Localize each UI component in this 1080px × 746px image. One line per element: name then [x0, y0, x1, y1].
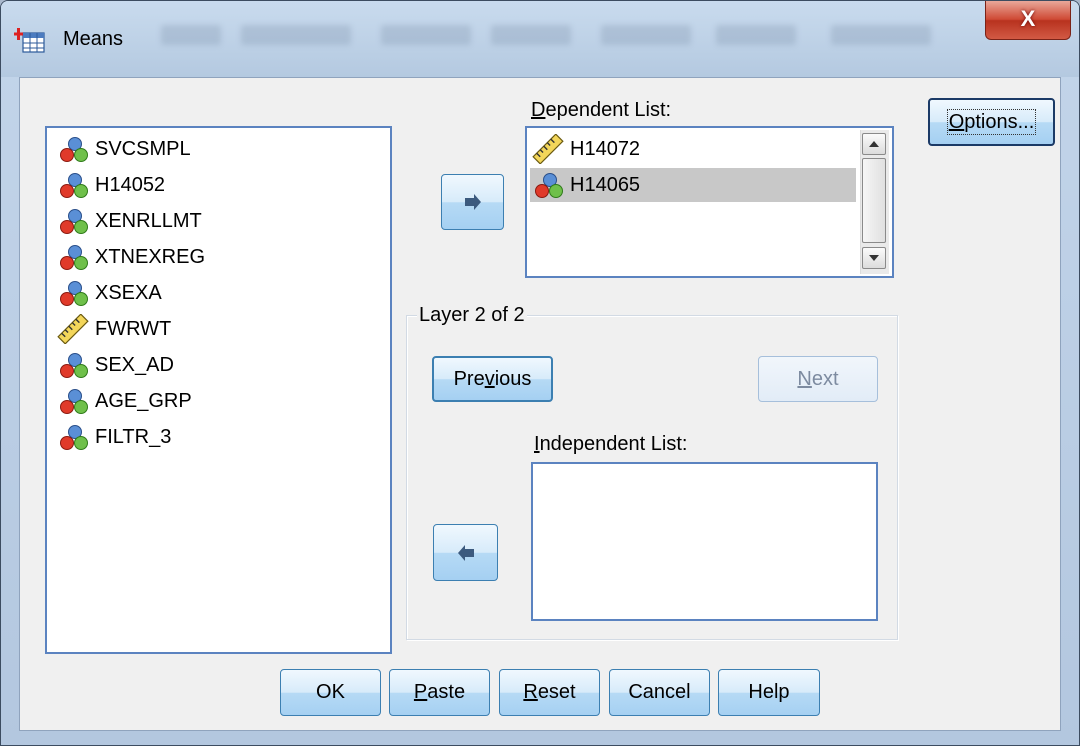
list-item[interactable]: AGE_GRP [55, 384, 192, 418]
nominal-variable-icon [55, 242, 91, 272]
layer-title: Layer 2 of 2 [417, 304, 527, 327]
scale-variable-icon [55, 314, 91, 344]
close-icon: X [1020, 6, 1036, 31]
options-button[interactable]: Options... [928, 98, 1055, 146]
list-item[interactable]: H14072 [530, 132, 856, 166]
background-blur [161, 25, 221, 45]
next-button[interactable]: Next [758, 356, 878, 402]
list-item[interactable]: FILTR_3 [55, 420, 171, 454]
list-item-label: SEX_AD [95, 353, 174, 376]
list-item[interactable]: XSEXA [55, 276, 162, 310]
scroll-down-button[interactable] [862, 247, 886, 269]
means-app-icon [14, 28, 45, 53]
left-arrow-icon [457, 544, 474, 561]
paste-button[interactable]: Paste [389, 669, 490, 716]
background-blur [491, 25, 571, 45]
list-item-label: XTNEXREG [95, 245, 206, 268]
previous-button[interactable]: Previous [432, 356, 553, 402]
scroll-down-icon [869, 255, 879, 261]
cancel-button[interactable]: Cancel [609, 669, 710, 716]
dependent-list-scrollbar[interactable] [860, 130, 889, 274]
list-item-label: FWRWT [95, 317, 172, 340]
independent-list[interactable] [531, 462, 878, 621]
background-blur [716, 25, 796, 45]
ok-button[interactable]: OK [280, 669, 381, 716]
list-item-label: H14052 [95, 173, 166, 196]
scroll-thumb[interactable] [862, 158, 886, 243]
move-to-independent-button[interactable] [433, 524, 498, 581]
nominal-variable-icon [55, 278, 91, 308]
means-dialog: Means X SVCSMPL H14052 XENRLLMT XTNEXREG XSE… [0, 0, 1080, 746]
independent-list-label: Independent List: [534, 433, 688, 455]
source-variable-list[interactable]: SVCSMPL H14052 XENRLLMT XTNEXREG XSEXA FWRWT S… [45, 126, 392, 654]
background-blur [381, 25, 471, 45]
nominal-variable-icon [55, 206, 91, 236]
dependent-list-label: Dependent List: [531, 99, 672, 121]
list-item-label: SVCSMPL [95, 137, 191, 160]
window-title: Means [63, 28, 124, 50]
list-item-label: XSEXA [95, 281, 162, 304]
dialog-body: SVCSMPL H14052 XENRLLMT XTNEXREG XSEXA FWRWT S… [19, 77, 1061, 731]
list-item[interactable]: H14052 [55, 168, 165, 202]
list-item-label: AGE_GRP [95, 389, 192, 412]
dependent-list[interactable]: H14072 H14065 [525, 126, 894, 278]
title-bar[interactable]: Means X [1, 1, 1079, 77]
nominal-variable-icon [55, 422, 91, 452]
background-blur [601, 25, 691, 45]
list-item[interactable]: H14065 [530, 168, 856, 202]
list-item[interactable]: FWRWT [55, 312, 171, 346]
list-item[interactable]: SEX_AD [55, 348, 174, 382]
nominal-variable-icon [55, 386, 91, 416]
list-item-label: H14065 [570, 173, 641, 196]
background-blur [241, 25, 351, 45]
background-blur [831, 25, 931, 45]
scroll-up-icon [869, 141, 879, 147]
list-item-label: FILTR_3 [95, 425, 172, 448]
nominal-variable-icon [55, 170, 91, 200]
reset-button[interactable]: Reset [499, 669, 600, 716]
list-item-label: XENRLLMT [95, 209, 202, 232]
help-button[interactable]: Help [718, 669, 820, 716]
scale-variable-icon [530, 134, 566, 164]
right-arrow-icon [464, 194, 481, 210]
scroll-up-button[interactable] [862, 133, 886, 155]
close-button[interactable]: X [985, 1, 1071, 40]
nominal-variable-icon [55, 134, 91, 164]
list-item[interactable]: XTNEXREG [55, 240, 205, 274]
list-item-label: H14072 [570, 137, 641, 160]
nominal-variable-icon [55, 350, 91, 380]
list-item[interactable]: SVCSMPL [55, 132, 191, 166]
move-to-dependent-button[interactable] [441, 174, 504, 230]
list-item[interactable]: XENRLLMT [55, 204, 202, 238]
nominal-variable-icon [530, 170, 566, 200]
